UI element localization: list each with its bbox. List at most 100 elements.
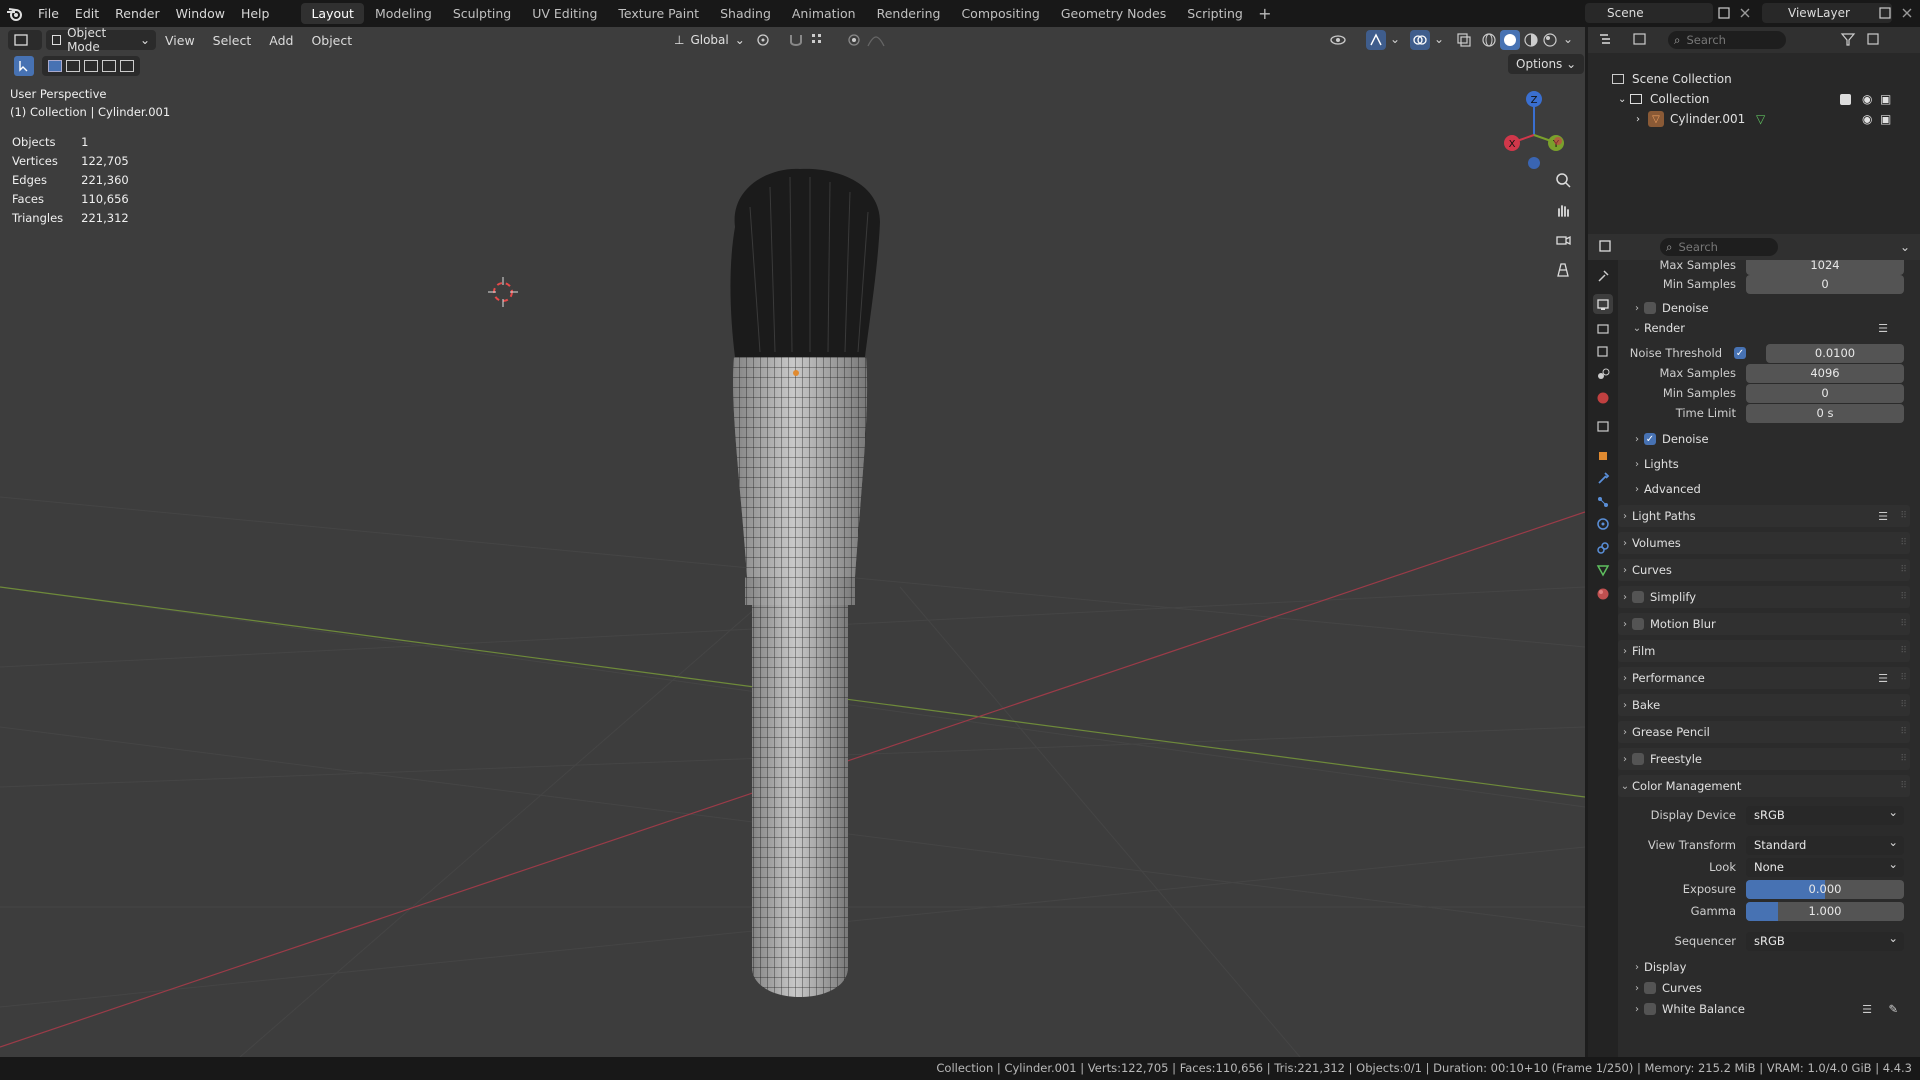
scene-collection-row[interactable]: Scene Collection xyxy=(1612,69,1732,89)
add-workspace-icon[interactable]: + xyxy=(1254,4,1276,23)
render-tab-icon[interactable] xyxy=(1593,294,1613,314)
new-collection-icon[interactable] xyxy=(1866,32,1882,49)
eyedropper-icon[interactable]: ✎ xyxy=(1888,1002,1898,1016)
transform-orientation-dropdown[interactable]: ⊥ Global ⌄ xyxy=(668,30,748,50)
presets-list-icon[interactable]: ☰ xyxy=(1878,672,1888,685)
white-balance-checkbox[interactable] xyxy=(1644,1003,1656,1015)
color-management-panel[interactable]: ⌄ Color Management ⠿ xyxy=(1618,775,1910,797)
brush-mesh[interactable] xyxy=(690,147,910,1017)
render-subpanel[interactable]: ⌄ Render ☰ xyxy=(1618,317,1910,339)
eye-icon[interactable]: ◉ xyxy=(1862,112,1872,126)
denoise-render-checkbox[interactable]: ✓ xyxy=(1644,433,1656,445)
denoise-render-subpanel[interactable]: › ✓ Denoise xyxy=(1618,428,1910,450)
performance-panel[interactable]: › Performance ☰ ⠿ xyxy=(1618,667,1910,689)
lights-subpanel[interactable]: › Lights xyxy=(1618,453,1910,475)
gizmo-toggle-icon[interactable] xyxy=(1366,30,1386,50)
snap-target-icon[interactable] xyxy=(810,32,836,51)
drag-grip-icon[interactable]: ⠿ xyxy=(1900,781,1907,791)
drag-grip-icon[interactable]: ⠿ xyxy=(1900,592,1907,602)
white-balance-subpanel[interactable]: › White Balance ☰ ✎ xyxy=(1618,998,1910,1020)
output-tab-icon[interactable] xyxy=(1593,318,1613,338)
max-samples-field[interactable]: 4096 xyxy=(1746,363,1904,383)
tab-uv-editing[interactable]: UV Editing xyxy=(522,3,607,24)
drag-grip-icon[interactable]: ⠿ xyxy=(1900,646,1907,656)
curves-panel[interactable]: › Curves ⠿ xyxy=(1618,559,1910,581)
menu-help[interactable]: Help xyxy=(233,0,278,27)
select-invert-icon[interactable] xyxy=(102,60,116,72)
tab-shading[interactable]: Shading xyxy=(710,3,781,24)
drag-grip-icon[interactable]: ⠿ xyxy=(1900,673,1907,683)
collection-row[interactable]: ⌄ Collection ◉ ▣ xyxy=(1618,89,1918,109)
object-tab-icon[interactable] xyxy=(1593,446,1613,466)
blender-logo-icon[interactable] xyxy=(0,0,30,27)
eye-icon[interactable]: ◉ xyxy=(1862,92,1872,106)
snap-toggle-icon[interactable] xyxy=(788,32,806,51)
mesh-data-icon[interactable]: ▽ xyxy=(1756,112,1765,126)
tab-modeling[interactable]: Modeling xyxy=(365,3,442,24)
scene-tab-icon[interactable] xyxy=(1593,364,1613,384)
tab-texture-paint[interactable]: Texture Paint xyxy=(608,3,709,24)
scene-selector[interactable]: Scene xyxy=(1585,3,1713,23)
advanced-subpanel[interactable]: › Advanced xyxy=(1618,478,1910,500)
visibility-selectability-icon[interactable] xyxy=(1330,32,1356,51)
tab-layout[interactable]: Layout xyxy=(301,3,364,24)
viewport-menu-select[interactable]: Select xyxy=(204,33,261,48)
viewport-menu-add[interactable]: Add xyxy=(260,33,302,48)
film-panel[interactable]: › Film ⠿ xyxy=(1618,640,1910,662)
menu-file[interactable]: File xyxy=(30,0,67,27)
chevron-down-icon[interactable]: ⌄ xyxy=(1390,32,1400,46)
drag-grip-icon[interactable]: ⠿ xyxy=(1900,538,1907,548)
simplify-checkbox[interactable] xyxy=(1632,591,1644,603)
editor-type-dropdown[interactable] xyxy=(8,30,42,50)
perspective-toggle-icon[interactable] xyxy=(1550,257,1576,283)
grease-pencil-panel[interactable]: › Grease Pencil ⠿ xyxy=(1618,721,1910,743)
presets-list-icon[interactable]: ☰ xyxy=(1878,510,1888,523)
drag-grip-icon[interactable]: ⠿ xyxy=(1900,754,1907,764)
3d-cursor-icon[interactable] xyxy=(488,277,518,307)
display-mode-icon[interactable] xyxy=(1632,32,1654,49)
zoom-icon[interactable] xyxy=(1550,167,1576,193)
curves-subpanel[interactable]: › Curves xyxy=(1618,977,1910,999)
delete-view-layer-icon[interactable] xyxy=(1898,4,1916,22)
select-set-icon[interactable] xyxy=(48,60,62,72)
denoise-viewport-checkbox[interactable] xyxy=(1644,302,1656,314)
select-tool-icon[interactable] xyxy=(14,56,34,76)
object-row[interactable]: › ▽ Cylinder.001 ▽ ◉ ▣ xyxy=(1636,109,1918,129)
display-subpanel[interactable]: › Display xyxy=(1618,956,1910,978)
particles-tab-icon[interactable] xyxy=(1593,492,1613,512)
look-select[interactable]: None xyxy=(1746,855,1904,877)
pivot-point-icon[interactable] xyxy=(755,32,781,51)
view-transform-select[interactable]: Standard xyxy=(1746,833,1904,855)
tab-scripting[interactable]: Scripting xyxy=(1177,3,1253,24)
view-layer-tab-icon[interactable] xyxy=(1593,342,1613,362)
noise-threshold-checkbox[interactable]: ✓ xyxy=(1734,347,1746,359)
drag-grip-icon[interactable]: ⠿ xyxy=(1900,565,1907,575)
pan-hand-icon[interactable] xyxy=(1550,197,1576,223)
viewport-menu-view[interactable]: View xyxy=(156,33,204,48)
menu-window[interactable]: Window xyxy=(168,0,233,27)
menu-edit[interactable]: Edit xyxy=(67,0,107,27)
select-extend-icon[interactable] xyxy=(66,60,80,72)
drag-grip-icon[interactable]: ⠿ xyxy=(1900,619,1907,629)
time-limit-field[interactable]: 0 s xyxy=(1746,403,1904,423)
view-layer-selector[interactable]: ViewLayer xyxy=(1762,3,1892,23)
sequencer-select[interactable]: sRGB xyxy=(1746,929,1904,951)
properties-search-input[interactable]: ⌕ Search xyxy=(1660,238,1778,256)
tab-geometry-nodes[interactable]: Geometry Nodes xyxy=(1051,3,1176,24)
properties-editor-icon[interactable] xyxy=(1598,239,1620,256)
chevron-down-icon[interactable]: ⌄ xyxy=(1618,94,1630,105)
camera-view-icon[interactable] xyxy=(1550,227,1576,253)
material-preview-icon[interactable] xyxy=(1523,32,1539,51)
solid-shading-icon[interactable] xyxy=(1500,30,1520,50)
data-tab-icon[interactable] xyxy=(1593,560,1613,580)
curves-checkbox[interactable] xyxy=(1644,982,1656,994)
tab-sculpting[interactable]: Sculpting xyxy=(443,3,521,24)
navigation-gizmo[interactable]: Z X Y xyxy=(1494,85,1574,175)
chevron-down-icon[interactable]: ⌄ xyxy=(1900,240,1910,254)
gamma-slider[interactable]: 1.000 xyxy=(1746,901,1904,921)
tab-animation[interactable]: Animation xyxy=(782,3,866,24)
falloff-icon[interactable] xyxy=(866,32,890,51)
proportional-editing-icon[interactable] xyxy=(846,32,862,51)
physics-tab-icon[interactable] xyxy=(1593,514,1613,534)
filter-icon[interactable] xyxy=(1840,32,1862,49)
